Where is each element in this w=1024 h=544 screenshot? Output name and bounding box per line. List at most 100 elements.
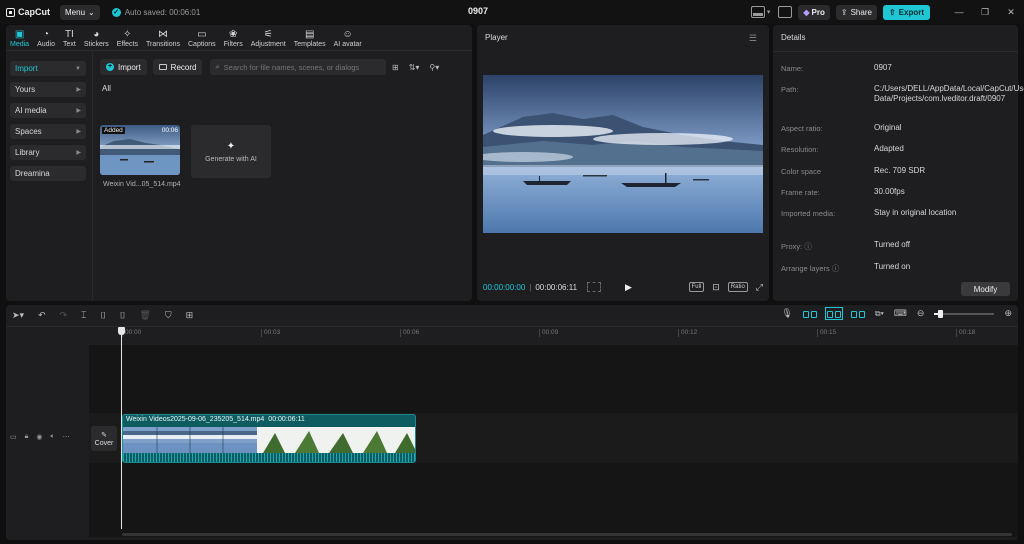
tab-captions[interactable]: ▭ Captions: [184, 25, 220, 51]
filter-all-label[interactable]: All: [102, 84, 111, 93]
zoom-out-icon[interactable]: ⊖: [917, 308, 925, 319]
media-clip-thumbnail[interactable]: Added 00:06: [100, 125, 180, 175]
add-media-icon[interactable]: ⊞: [186, 310, 194, 321]
media-sidebar: Import ▼ Yours ▶ AI media ▶ Spaces ▶ Lib…: [10, 61, 86, 187]
redo-icon[interactable]: ↷: [60, 310, 68, 321]
record-button[interactable]: Record: [152, 59, 203, 75]
keyboard-shortcut-icon[interactable]: [778, 6, 793, 18]
delete-icon[interactable]: 🗑: [139, 310, 150, 321]
tab-label: Media: [10, 40, 30, 48]
minimize-icon[interactable]: —: [946, 7, 972, 17]
details-title: Details: [781, 33, 806, 42]
preview-axis-icon[interactable]: ⧉▾: [875, 309, 884, 319]
menu-button[interactable]: Menu ⌄: [60, 4, 100, 20]
microphone-icon[interactable]: 🎙: [781, 308, 792, 319]
more-icon[interactable]: ⋯: [63, 433, 70, 441]
player-title: Player: [485, 33, 508, 42]
trim-left-icon[interactable]: ⌷: [101, 310, 106, 321]
tab-effects[interactable]: ✧ Effects: [113, 25, 142, 51]
pro-button[interactable]: ◆ Pro: [798, 4, 830, 20]
clip-name: Weixin Videos2025-09-06_235205_514.mp4: [126, 416, 265, 423]
pencil-icon: ✎: [101, 431, 107, 439]
record-label: Record: [170, 62, 197, 72]
mark-icon[interactable]: ⛉: [165, 310, 172, 321]
chevron-down-icon[interactable]: ▾: [767, 8, 771, 16]
auto-snap-icon[interactable]: [824, 307, 843, 320]
export-button[interactable]: ⇧ Export: [882, 4, 930, 20]
safe-area-grid-icon[interactable]: [587, 282, 602, 292]
playhead-handle[interactable]: [118, 327, 125, 335]
video-clip[interactable]: Weixin Videos2025-09-06_235205_514.mp4 00…: [122, 414, 416, 463]
tab-media[interactable]: ▣ Media: [6, 25, 33, 51]
tab-text[interactable]: TI Text: [59, 25, 80, 51]
play-icon[interactable]: ▶: [625, 282, 632, 293]
filter-icon[interactable]: ⚲▾: [429, 63, 439, 72]
video-preview[interactable]: [483, 75, 763, 233]
horizontal-scrollbar[interactable]: [122, 533, 1012, 536]
sidebar-item-ai-media[interactable]: AI media ▶: [10, 103, 86, 118]
sidebar-item-library[interactable]: Library ▶: [10, 145, 86, 160]
import-button[interactable]: + Import: [100, 59, 147, 75]
sidebar-item-import[interactable]: Import ▼: [10, 61, 86, 76]
timeline-right-tools: 🎙 ⧉▾ ⌨ ⊖ ⊕: [781, 307, 1012, 320]
detail-value-proxy: Turned off: [874, 240, 911, 249]
tab-stickers[interactable]: ◕ Stickers: [80, 25, 113, 51]
cover-button[interactable]: ✎ Cover: [91, 426, 117, 451]
eye-icon[interactable]: ◉: [36, 433, 42, 441]
generate-with-ai-card[interactable]: ✦ Generate with AI: [191, 125, 271, 178]
tab-audio[interactable]: ◔ Audio: [33, 25, 59, 51]
main-track-magnet-icon[interactable]: [802, 309, 817, 318]
speaker-icon[interactable]: 🔈︎: [50, 433, 54, 441]
sidebar-item-label: Import: [15, 64, 38, 73]
tab-ai-avatar[interactable]: ☺ AI avatar: [330, 25, 366, 51]
zoom-in-icon[interactable]: ⊕: [1004, 308, 1012, 319]
tab-templates[interactable]: ▤ Templates: [290, 25, 330, 51]
restore-icon[interactable]: ❐: [972, 7, 998, 18]
ruler-tick: [817, 329, 818, 337]
tab-filters[interactable]: ❀ Filters: [220, 25, 247, 51]
linkage-icon[interactable]: [850, 309, 865, 318]
playhead-line[interactable]: [121, 327, 122, 529]
screen-display-icon[interactable]: ⌨: [894, 308, 907, 319]
ruler-tick: [261, 329, 262, 337]
templates-icon: ▤: [304, 28, 315, 40]
hamburger-menu-icon[interactable]: ☰: [749, 33, 757, 44]
lake-video-frame-image: [483, 75, 763, 233]
sidebar-item-yours[interactable]: Yours ▶: [10, 82, 86, 97]
sort-icon[interactable]: ⇅▾: [409, 63, 420, 72]
split-icon[interactable]: ⌶: [81, 310, 86, 321]
zoom-slider[interactable]: [934, 309, 995, 318]
search-box[interactable]: ⌕: [210, 59, 387, 75]
search-input[interactable]: [223, 62, 374, 72]
full-quality-button[interactable]: Full: [688, 282, 705, 292]
close-icon[interactable]: ✕: [998, 7, 1024, 18]
track-visibility-icon[interactable]: ▭: [10, 433, 17, 441]
tab-adjustment[interactable]: ⚟ Adjustment: [247, 25, 290, 51]
snapshot-icon[interactable]: ⊡: [712, 282, 720, 293]
tab-label: Transitions: [146, 40, 180, 48]
sidebar-item-spaces[interactable]: Spaces ▶: [10, 124, 86, 139]
select-pointer-icon[interactable]: ➤▾: [12, 310, 24, 321]
adjustment-icon: ⚟: [263, 28, 273, 40]
timecode-separator: |: [529, 282, 532, 292]
fullscreen-icon[interactable]: ⤢: [756, 282, 763, 293]
lock-icon[interactable]: 🔒︎: [25, 433, 29, 441]
info-icon[interactable]: ⓘ: [832, 264, 840, 273]
tab-transitions[interactable]: ⋈ Transitions: [142, 25, 184, 51]
sidebar-item-dreamina[interactable]: Dreamina: [10, 166, 86, 181]
trim-right-icon[interactable]: ⌷: [120, 310, 125, 321]
layout-icon[interactable]: [750, 6, 765, 18]
grid-view-icon[interactable]: ⊞: [392, 63, 399, 72]
record-icon: [158, 64, 167, 70]
autosave-status: ✓ Auto saved: 00:06:01: [111, 7, 200, 17]
info-icon[interactable]: ⓘ: [804, 242, 812, 251]
time-ruler[interactable]: 00:00 00:03 00:06 00:09 00:12 00:15 00:1…: [122, 328, 1018, 340]
chevron-right-icon: ▶: [76, 108, 81, 114]
modify-button[interactable]: Modify: [961, 282, 1010, 296]
detail-label-name: Name:: [781, 64, 804, 73]
zoom-slider-handle[interactable]: [938, 309, 944, 318]
share-button[interactable]: ⇪ Share: [835, 4, 877, 20]
undo-icon[interactable]: ↶: [38, 310, 46, 321]
project-title[interactable]: 0907: [468, 6, 488, 16]
ratio-button[interactable]: Ratio: [727, 282, 748, 292]
